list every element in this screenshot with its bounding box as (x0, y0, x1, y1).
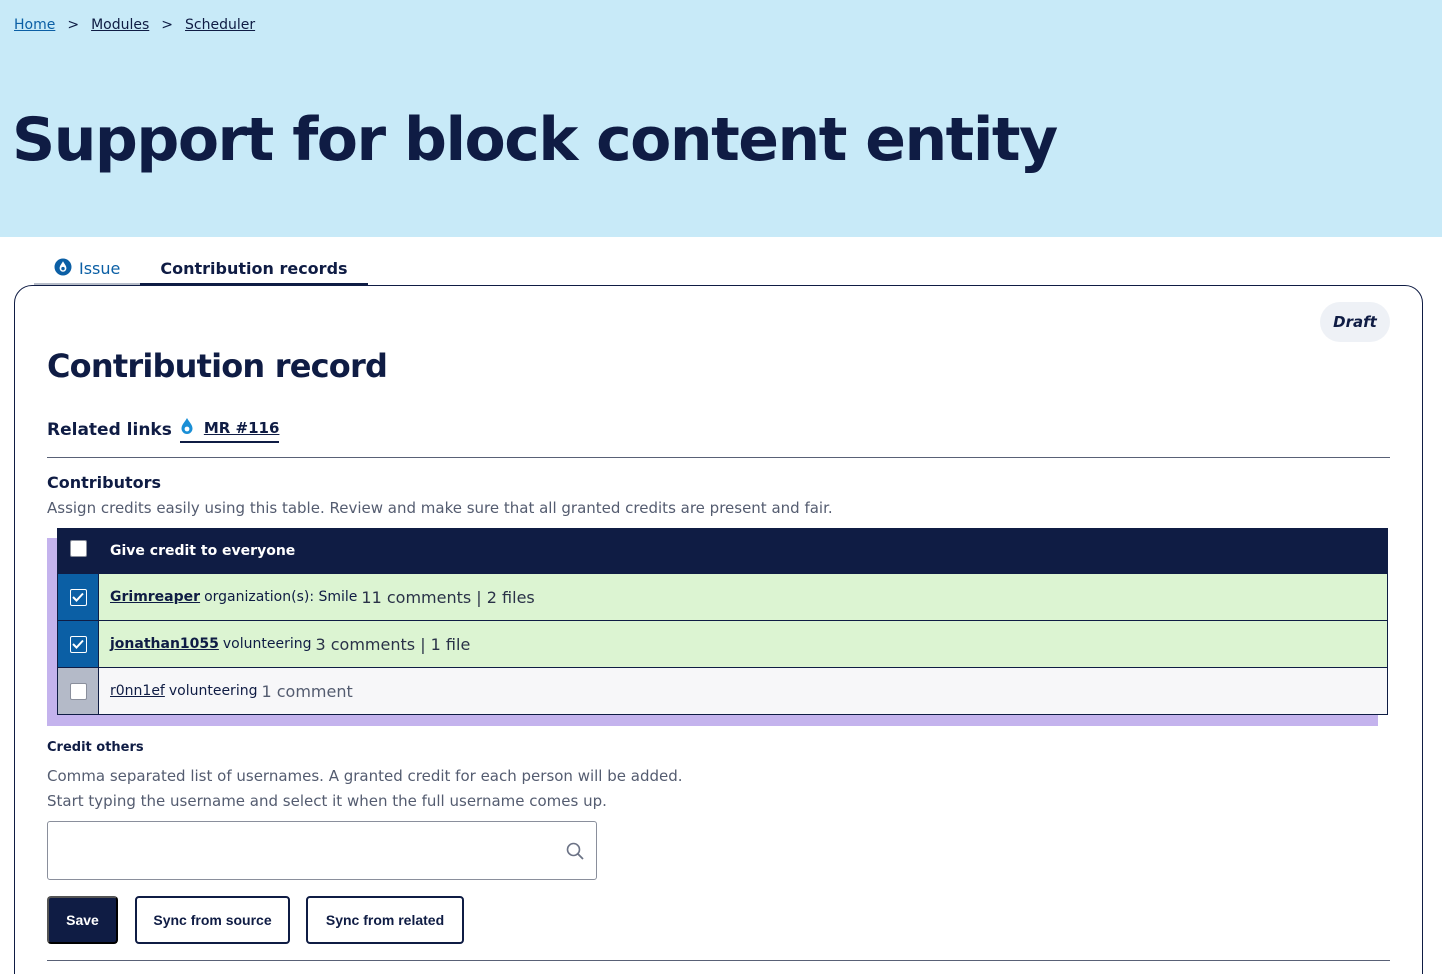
breadcrumb-scheduler-link[interactable]: Scheduler (185, 17, 255, 33)
related-links-label: Related links (47, 420, 172, 440)
credit-others-title: Credit others (47, 740, 144, 755)
sync-from-related-button[interactable]: Sync from related (306, 896, 464, 944)
merge-request-link[interactable]: MR #116 (179, 417, 280, 443)
give-credit-all-label: Give credit to everyone (110, 543, 296, 559)
drupal-drop-icon (180, 417, 194, 439)
credit-others-description: Comma separated list of usernames. A gra… (47, 767, 683, 785)
contributor-cell: r0nn1ef volunteering 1 comment (99, 668, 1387, 714)
credit-others-input[interactable] (47, 821, 597, 880)
breadcrumb-modules-link[interactable]: Modules (91, 17, 149, 33)
contributors-description: Assign credits easily using this table. … (47, 499, 833, 517)
check-icon (72, 592, 84, 602)
divider (47, 457, 1390, 458)
breadcrumb: Home > Modules > Scheduler (14, 17, 255, 33)
checkbox-cell (58, 529, 99, 573)
credit-others-hint: Start typing the username and select it … (47, 792, 607, 810)
tab-contribution-records[interactable]: Contribution records (140, 254, 368, 286)
tab-issue-label: Issue (79, 259, 121, 278)
checkbox-cell (58, 668, 99, 714)
credit-checkbox[interactable] (69, 682, 87, 700)
section-title: Contribution record (47, 347, 388, 385)
credit-checkbox[interactable] (69, 588, 87, 606)
contributor-role: organization(s): Smile (204, 589, 358, 605)
breadcrumb-separator: > (161, 17, 174, 33)
page-title: Support for block content entity (12, 105, 1058, 175)
contributor-stats: 11 comments | 2 files (361, 587, 535, 607)
save-button[interactable]: Save (47, 896, 118, 944)
divider (47, 960, 1390, 961)
table-row: jonathan1055 volunteering 3 comments | 1… (57, 621, 1388, 668)
contributor-role: volunteering (222, 636, 312, 652)
tab-bar: Issue Contribution records (34, 254, 368, 286)
contributors-table: Give credit to everyone Grimreaper organ… (57, 528, 1388, 715)
contributors-title: Contributors (47, 473, 162, 492)
table-row: Grimreaper organization(s): Smile 11 com… (57, 574, 1388, 621)
drupal-drop-icon (54, 258, 72, 280)
breadcrumb-separator: > (67, 17, 80, 33)
contributor-cell: jonathan1055 volunteering 3 comments | 1… (99, 621, 1387, 667)
contributor-username-link[interactable]: Grimreaper (110, 589, 200, 605)
checkbox-cell (58, 621, 99, 667)
check-icon (72, 639, 84, 649)
tab-contribution-records-label: Contribution records (160, 259, 348, 278)
contributor-username-link[interactable]: jonathan1055 (110, 636, 219, 652)
sync-from-source-button[interactable]: Sync from source (135, 896, 290, 944)
checkbox-cell (58, 574, 99, 620)
page-header: Home > Modules > Scheduler Support for b… (0, 0, 1442, 237)
tab-issue[interactable]: Issue (34, 254, 141, 286)
contributor-role: volunteering (168, 683, 258, 699)
contributor-stats: 1 comment (261, 681, 353, 701)
give-credit-all-checkbox[interactable] (70, 539, 87, 557)
status-badge: Draft (1320, 302, 1390, 342)
table-row: r0nn1ef volunteering 1 comment (57, 668, 1388, 715)
merge-request-label: MR #116 (203, 419, 280, 437)
credit-checkbox[interactable] (69, 635, 87, 653)
contributor-username-link[interactable]: r0nn1ef (110, 683, 165, 699)
related-links: Related links MR #116 (47, 415, 280, 445)
contributor-cell: Grimreaper organization(s): Smile 11 com… (99, 574, 1387, 620)
search-icon (565, 841, 585, 861)
contributor-stats: 3 comments | 1 file (315, 634, 471, 654)
breadcrumb-home-link[interactable]: Home (14, 17, 55, 33)
table-header-row: Give credit to everyone (57, 528, 1388, 574)
